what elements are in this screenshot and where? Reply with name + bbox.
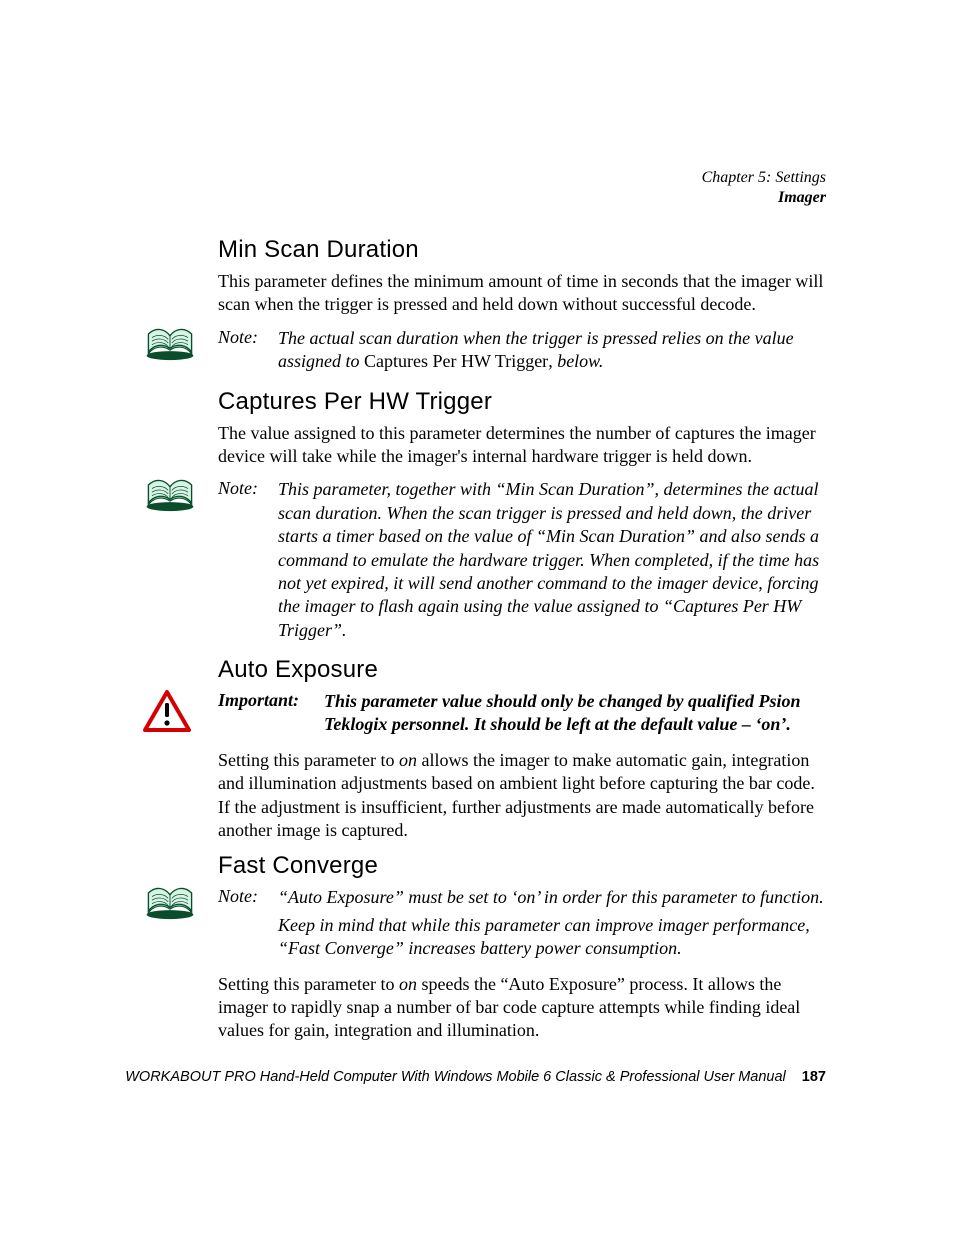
body-content: Min Scan Duration This parameter defines… xyxy=(218,236,826,1053)
para-min-scan-duration: This parameter defines the minimum amoun… xyxy=(218,270,826,317)
note-text-mid: Captures Per HW Trigger xyxy=(364,351,548,371)
note-label: Note: xyxy=(218,478,278,499)
note-captures: Note: This parameter, together with “Min… xyxy=(218,478,826,642)
important-text: This parameter value should only be chan… xyxy=(324,690,826,737)
note-text: “Auto Exposure” must be set to ‘on’ in o… xyxy=(278,886,826,960)
running-header: Chapter 5: Settings Imager xyxy=(702,168,826,208)
running-footer: WORKABOUT PRO Hand-Held Computer With Wi… xyxy=(0,1069,826,1085)
heading-min-scan-duration: Min Scan Duration xyxy=(218,236,826,264)
important-auto-exposure: Important: This parameter value should o… xyxy=(218,690,826,737)
ae-body-em: on xyxy=(399,750,417,770)
footer-text: WORKABOUT PRO Hand-Held Computer With Wi… xyxy=(125,1069,786,1085)
important-label: Important: xyxy=(218,690,324,711)
note-line-1: “Auto Exposure” must be set to ‘on’ in o… xyxy=(278,886,826,909)
warning-icon xyxy=(142,690,202,739)
heading-fast-converge: Fast Converge xyxy=(218,852,826,880)
note-line-2: Keep in mind that while this parameter c… xyxy=(278,914,826,961)
chapter-label: Chapter 5: Settings xyxy=(702,168,826,188)
para-captures: The value assigned to this parameter det… xyxy=(218,422,826,469)
note-fast-converge: Note: “Auto Exposure” must be set to ‘on… xyxy=(218,886,826,960)
para-fast-converge: Setting this parameter to on speeds the … xyxy=(218,973,826,1043)
note-text: This parameter, together with “Min Scan … xyxy=(278,478,826,642)
section-label: Imager xyxy=(702,188,826,208)
note-min-scan: Note: The actual scan duration when the … xyxy=(218,327,826,374)
page: Chapter 5: Settings Imager Min Scan Dura… xyxy=(0,0,954,1235)
note-label: Note: xyxy=(218,327,278,348)
note-label: Note: xyxy=(218,886,278,907)
book-icon xyxy=(142,476,202,517)
fc-body-em: on xyxy=(399,974,417,994)
para-auto-exposure: Setting this parameter to on allows the … xyxy=(218,749,826,843)
book-icon xyxy=(142,325,202,366)
heading-captures-per-hw-trigger: Captures Per HW Trigger xyxy=(218,388,826,416)
ae-body-pre: Setting this parameter to xyxy=(218,750,399,770)
note-text: The actual scan duration when the trigge… xyxy=(278,327,826,374)
heading-auto-exposure: Auto Exposure xyxy=(218,656,826,684)
page-number: 187 xyxy=(802,1069,826,1085)
book-icon xyxy=(142,884,202,925)
note-text-post: , below. xyxy=(548,351,603,371)
fc-body-pre: Setting this parameter to xyxy=(218,974,399,994)
